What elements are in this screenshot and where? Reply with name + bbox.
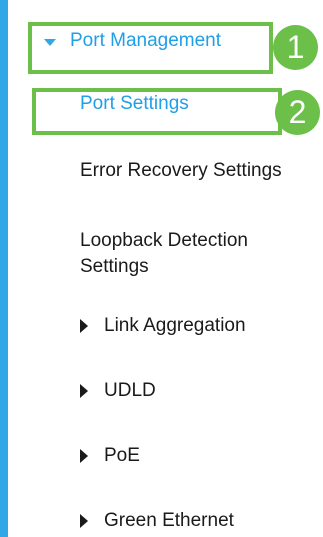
annotation-badge-1: 1: [273, 25, 318, 70]
sidebar-item-label: Link Aggregation: [104, 315, 246, 336]
chevron-right-icon: [80, 514, 88, 528]
highlight-box-port-settings: [32, 88, 282, 135]
sidebar-accent-bar: [0, 0, 8, 537]
sidebar-item-link-aggregation[interactable]: Link Aggregation: [80, 315, 246, 337]
annotation-badge-2: 2: [275, 90, 320, 135]
sidebar-item-loopback-detection-settings[interactable]: Loopback Detection Settings: [80, 228, 290, 280]
chevron-right-icon: [80, 319, 88, 333]
chevron-right-icon: [80, 449, 88, 463]
sidebar-item-green-ethernet[interactable]: Green Ethernet: [80, 510, 234, 532]
sidebar-item-label: Error Recovery Settings: [80, 160, 282, 181]
sidebar-item-udld[interactable]: UDLD: [80, 380, 156, 402]
chevron-right-icon: [80, 384, 88, 398]
sidebar-item-label: PoE: [104, 445, 140, 466]
highlight-box-port-management: [28, 22, 273, 74]
sidebar-item-label: Loopback Detection Settings: [80, 230, 248, 277]
sidebar-item-label: Green Ethernet: [104, 510, 234, 531]
sidebar-item-poe[interactable]: PoE: [80, 445, 140, 467]
sidebar-item-label: UDLD: [104, 380, 156, 401]
sidebar-item-error-recovery-settings[interactable]: Error Recovery Settings: [80, 160, 282, 182]
sidebar-nav: Port Management Port Settings Error Reco…: [8, 0, 323, 537]
